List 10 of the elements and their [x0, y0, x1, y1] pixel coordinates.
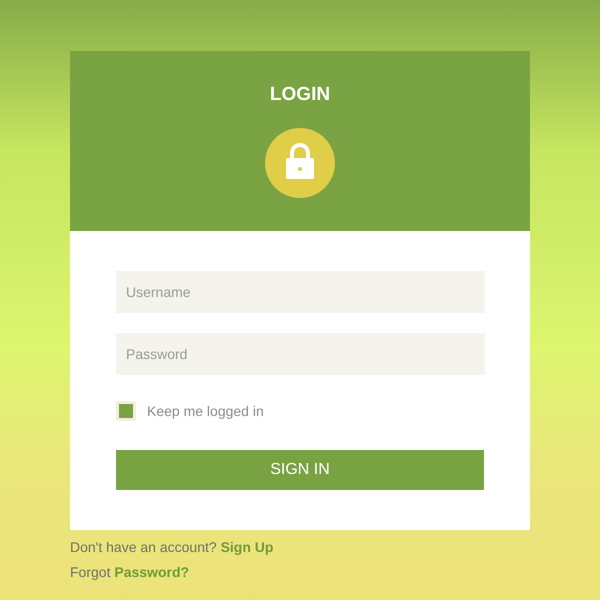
footer-text: Forgot Password?	[70, 563, 190, 582]
checkbox[interactable]	[116, 401, 136, 421]
login-title: LOGIN	[270, 84, 330, 106]
input-field[interactable]: Password	[116, 333, 485, 375]
input-field[interactable]: Username	[116, 271, 485, 313]
sign-in-button[interactable]: SIGN IN	[116, 450, 484, 490]
footer-text: Don't have an account? Sign Up	[70, 538, 274, 557]
footer-link[interactable]: Password?	[114, 564, 190, 580]
checkbox-label: Keep me logged in	[147, 403, 264, 419]
footer-link[interactable]: Sign Up	[220, 539, 274, 555]
